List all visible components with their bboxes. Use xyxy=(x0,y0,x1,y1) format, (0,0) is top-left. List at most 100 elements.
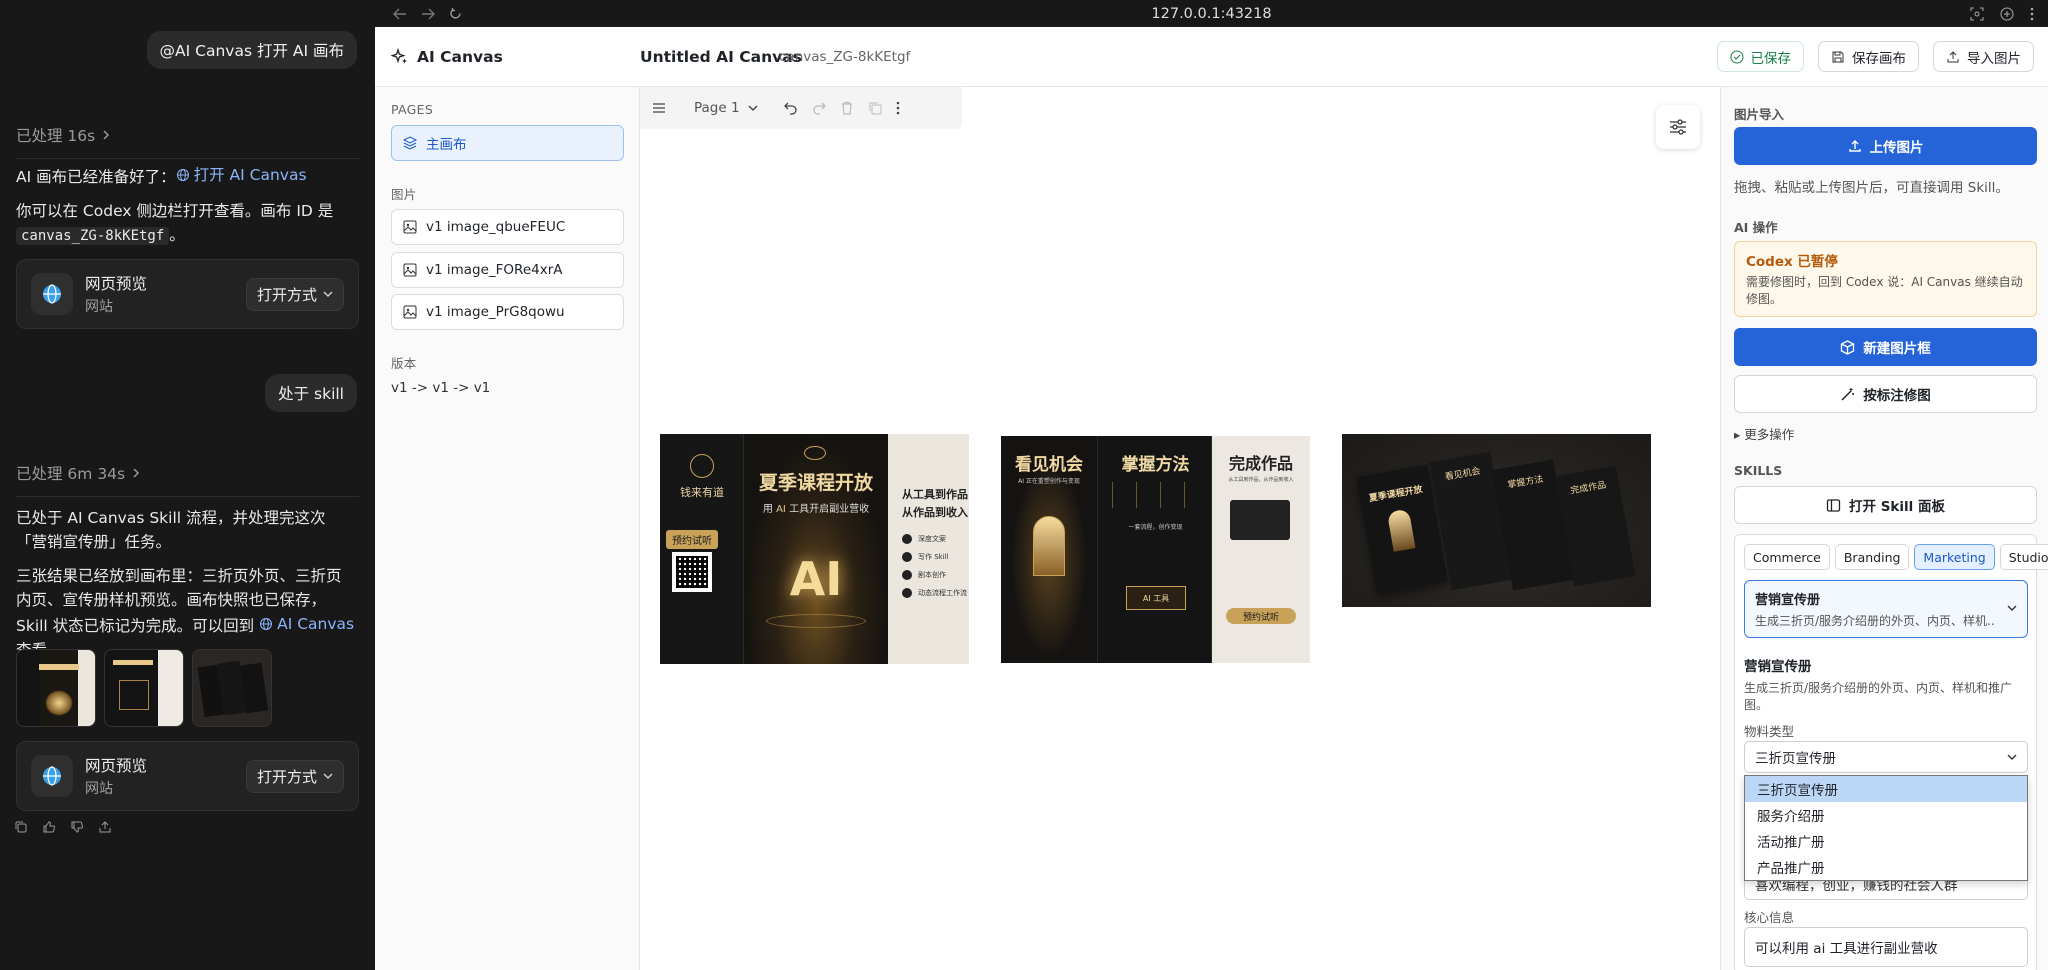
skills-heading: SKILLS xyxy=(1734,463,1783,478)
image-item[interactable]: v1 image_PrG8qowu xyxy=(391,294,624,330)
image-icon xyxy=(402,219,418,235)
mockup-headline: 夏季课程开放 xyxy=(1368,484,1424,505)
upload-label: 上传图片 xyxy=(1869,140,1924,156)
image-item[interactable]: v1 image_qbueFEUC xyxy=(391,209,624,245)
thumbs-down-icon[interactable] xyxy=(70,820,84,834)
reload-icon[interactable] xyxy=(449,7,462,20)
more-vertical-icon[interactable] xyxy=(2030,7,2034,21)
side-line-b: 从作品到收入 xyxy=(902,506,968,519)
copy-icon[interactable] xyxy=(14,820,28,834)
save-canvas-button[interactable]: 保存画布 xyxy=(1818,41,1919,72)
mockup-heading: 看见机会 xyxy=(1444,466,1482,483)
processed-label: 已处理 16s xyxy=(16,127,96,145)
skill-select[interactable]: 营销宣传册 生成三折页/服务介绍册的外页、内页、样机... xyxy=(1744,580,2028,638)
notice-desc: 需要修图时，回到 Codex 说：AI Canvas 继续自动修图。 xyxy=(1746,275,2023,306)
tab-studio[interactable]: Studio xyxy=(1999,544,2048,570)
mockup-heading: 掌握方法 xyxy=(1506,474,1545,491)
tab-marketing[interactable]: Marketing xyxy=(1914,544,1995,570)
image-label: v1 image_qbueFEUC xyxy=(426,219,566,235)
image-item[interactable]: v1 image_FORe4xrA xyxy=(391,252,624,288)
menu-icon[interactable] xyxy=(652,102,666,114)
page-item-main[interactable]: 主画布 xyxy=(391,125,624,161)
pages-panel: PAGES 主画布 图片 v1 image_qbueFEUC v1 image_… xyxy=(375,87,640,970)
tab-branding[interactable]: Branding xyxy=(1834,544,1910,570)
page-selector-label: Page 1 xyxy=(694,100,740,116)
properties-panel: 图片导入 上传图片 拖拽、粘贴或上传图片后，可直接调用 Skill。 AI 操作… xyxy=(1720,87,2048,970)
undo-icon[interactable] xyxy=(783,101,798,115)
preview-card[interactable]: 网页预览 网站 打开方式 xyxy=(16,259,359,329)
pages-heading: PAGES xyxy=(391,102,434,117)
dropdown-option[interactable]: 服务介绍册 xyxy=(1745,802,2027,828)
back-icon[interactable] xyxy=(393,7,407,20)
open-ai-canvas-link[interactable]: 打开 AI Canvas xyxy=(176,163,307,187)
chevron-down-icon xyxy=(2007,603,2017,613)
material-type-select[interactable]: 三折页宣传册 xyxy=(1744,741,2028,773)
link-text: AI Canvas xyxy=(277,615,355,633)
screenshot-icon[interactable] xyxy=(1970,7,1984,21)
preview-card[interactable]: 网页预览 网站 打开方式 xyxy=(16,741,359,811)
page-selector[interactable]: Page 1 xyxy=(694,100,758,116)
more-ops-toggle[interactable]: ▸ 更多操作 xyxy=(1734,424,1794,443)
add-tab-icon[interactable] xyxy=(2000,7,2014,21)
saved-status: 已保存 xyxy=(1716,41,1804,72)
brand: AI Canvas xyxy=(391,47,503,66)
upload-image-button[interactable]: 上传图片 xyxy=(1734,127,2037,165)
dropdown-option[interactable]: 三折页宣传册 xyxy=(1745,776,2027,802)
new-image-frame-button[interactable]: 新建图片框 xyxy=(1734,328,2037,366)
doc-title[interactable]: Untitled AI Canvas xyxy=(640,48,802,66)
result-thumbnails xyxy=(16,649,272,727)
thumbnail-mockup[interactable] xyxy=(192,649,272,727)
redo-icon[interactable] xyxy=(812,101,826,115)
more-vertical-icon[interactable] xyxy=(896,101,900,115)
import-image-button[interactable]: 导入图片 xyxy=(1933,41,2034,72)
processed-toggle[interactable]: 已处理 6m 34s xyxy=(16,462,359,497)
new-frame-label: 新建图片框 xyxy=(1863,341,1931,357)
share-icon[interactable] xyxy=(98,820,112,834)
open-skill-panel-button[interactable]: 打开 Skill 面板 xyxy=(1734,486,2037,524)
canvas-id-code: canvas_ZG-8kKEtgf xyxy=(16,227,170,245)
dropdown-option[interactable]: 产品推广册 xyxy=(1745,854,2027,880)
url-text[interactable]: 127.0.0.1:43218 xyxy=(1151,6,1271,22)
annotate-label: 按标注修图 xyxy=(1863,388,1931,404)
assistant-reply: 已处于 AI Canvas Skill 流程，并处理完这次「营销宣传册」任务。 … xyxy=(16,506,355,662)
ai-canvas-link[interactable]: AI Canvas xyxy=(259,612,354,636)
reply-paragraph: 已处于 AI Canvas Skill 流程，并处理完这次「营销宣传册」任务。 xyxy=(16,509,326,551)
skill-select-title: 营销宣传册 xyxy=(1755,593,1821,608)
open-skill-panel-label: 打开 Skill 面板 xyxy=(1849,499,1945,515)
canvas-image-inner[interactable]: 看见机会 AI 正在重塑创作与变现 掌握方法 一套流程，创作变现 AI 工具 完… xyxy=(1001,436,1310,663)
tab-commerce[interactable]: Commerce xyxy=(1744,544,1830,570)
feature-item: 深度文案 xyxy=(902,534,967,544)
globe-icon xyxy=(176,168,190,182)
thumbnail-outer[interactable] xyxy=(16,649,96,727)
chevron-right-icon xyxy=(131,468,141,478)
more-ops-label: 更多操作 xyxy=(1744,427,1795,442)
box-icon xyxy=(1840,339,1855,355)
annotate-edit-button[interactable]: 按标注修图 xyxy=(1734,375,2037,413)
skill-category-tabs: Commerce Branding Marketing Studio xyxy=(1744,544,2048,570)
images-heading: 图片 xyxy=(391,187,417,202)
panel-icon xyxy=(1826,498,1841,513)
canvas-image-mockup[interactable]: 夏季课程开放 看见机会 掌握方法 完成作品 xyxy=(1342,434,1651,607)
globe-icon xyxy=(31,273,73,315)
feature-label: 剧本创作 xyxy=(918,571,946,579)
doc-id: canvas_ZG-8kKEtgf xyxy=(779,48,911,65)
forward-icon[interactable] xyxy=(421,7,435,20)
dropdown-option[interactable]: 活动推广册 xyxy=(1745,828,2027,854)
open-with-button[interactable]: 打开方式 xyxy=(245,277,344,311)
duplicate-icon[interactable] xyxy=(868,101,882,115)
chevron-down-icon xyxy=(748,103,758,113)
notice-title: Codex 已暂停 xyxy=(1746,254,1838,270)
thumbs-up-icon[interactable] xyxy=(42,820,56,834)
message-actions xyxy=(14,820,112,834)
core-info-textarea[interactable]: 可以利用 ai 工具进行副业营收 xyxy=(1744,927,2028,967)
trash-icon[interactable] xyxy=(840,101,854,115)
canvas-area[interactable]: Page 1 钱来有道 预约试听 夏季课程开放 用 AI 工具开启副业营收 AI… xyxy=(640,87,1720,970)
feature-item: 写作 Skill xyxy=(902,552,967,562)
processed-toggle[interactable]: 已处理 16s xyxy=(16,124,359,159)
open-with-button[interactable]: 打开方式 xyxy=(245,759,344,793)
thumbnail-inner[interactable] xyxy=(104,649,184,727)
adjustments-button[interactable] xyxy=(1656,105,1700,149)
user-message: 处于 skill xyxy=(265,374,357,412)
canvas-image-outer[interactable]: 钱来有道 预约试听 夏季课程开放 用 AI 工具开启副业营收 AI 从工具到作品… xyxy=(660,434,969,664)
upload-hint: 拖拽、粘贴或上传图片后，可直接调用 Skill。 xyxy=(1734,180,2009,196)
